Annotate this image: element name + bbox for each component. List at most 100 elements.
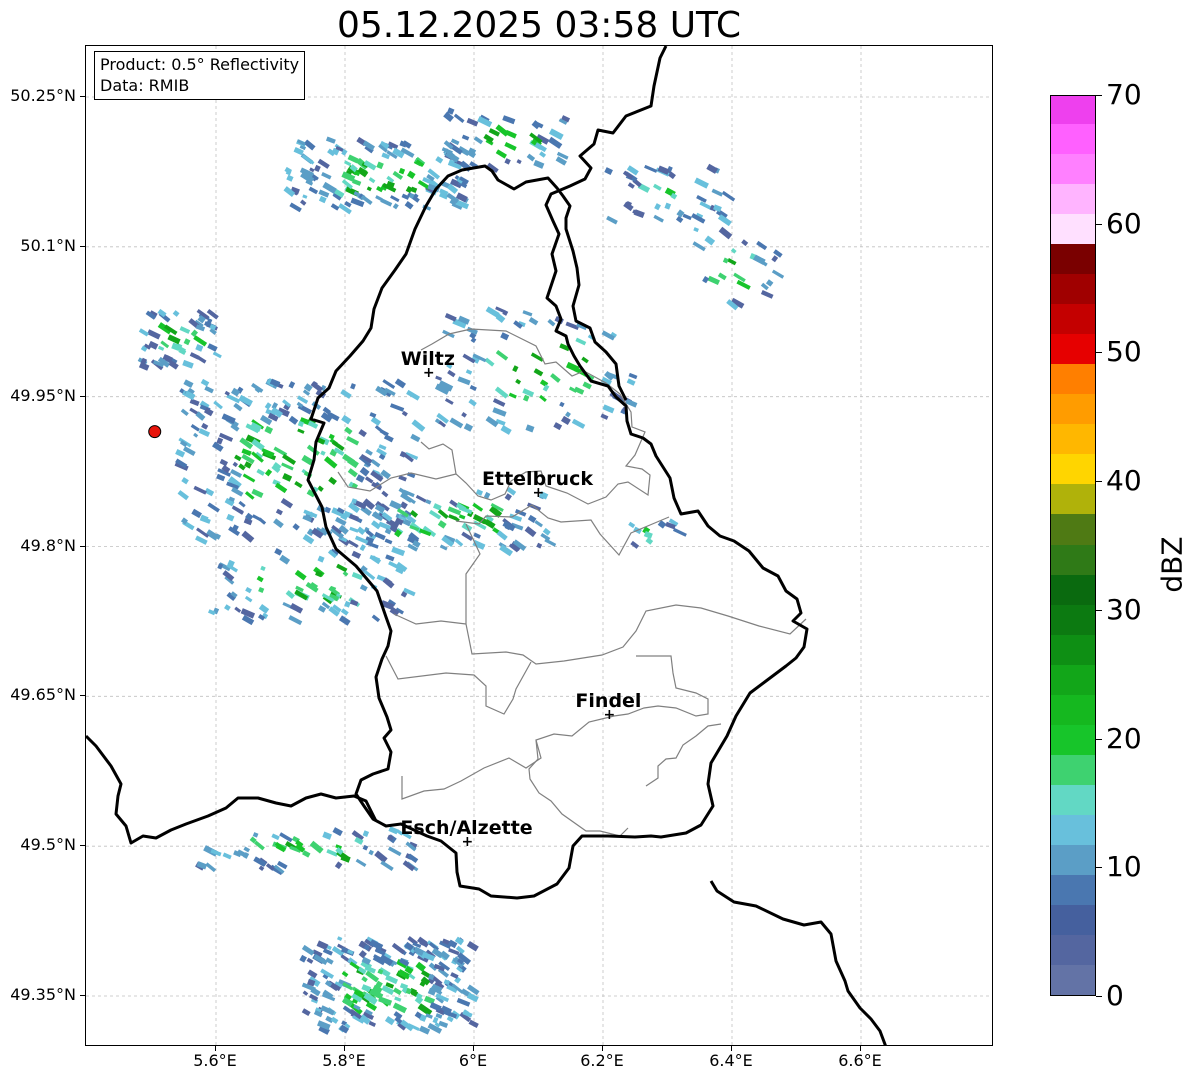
echo-pixel — [365, 449, 373, 456]
echo-pixel — [381, 490, 389, 498]
echo-pixel — [146, 329, 161, 340]
echo-pixel — [771, 255, 779, 263]
echo-pixel — [316, 940, 329, 951]
colorbar-segment — [1051, 574, 1095, 605]
echo-pixel — [466, 940, 479, 952]
radar-map[interactable] — [85, 45, 993, 1046]
echo-pixel — [500, 425, 512, 435]
echo-pixel — [693, 227, 699, 233]
echo-pixel — [359, 544, 366, 552]
echo-pixel — [216, 473, 226, 482]
echo-pixel — [466, 117, 479, 127]
echo-pixel — [675, 215, 684, 223]
echo-pixel — [197, 356, 207, 364]
echo-pixel — [138, 328, 149, 337]
map-canvas — [86, 46, 992, 1045]
echo-pixel — [347, 468, 358, 478]
echo-pixel — [388, 826, 399, 835]
echo-pixel — [207, 502, 220, 513]
echo-pixel — [771, 269, 785, 279]
echo-pixel — [602, 404, 615, 414]
lat-tick — [80, 695, 85, 697]
lat-tick — [80, 245, 85, 247]
colorbar-segment — [1051, 724, 1095, 755]
echo-pixel — [654, 203, 661, 211]
echo-pixel — [702, 276, 710, 284]
canton-border-south-3 — [401, 655, 709, 800]
echo-pixel — [322, 948, 333, 956]
echo-pixel — [504, 158, 511, 165]
echo-pixel — [190, 329, 199, 337]
echo-pixel — [380, 860, 394, 871]
echo-pixel — [741, 239, 749, 247]
echo-pixel — [573, 386, 585, 395]
echo-pixel — [336, 563, 348, 573]
product-label: Product: 0.5° Reflectivity — [100, 55, 300, 74]
echo-pixel — [368, 1020, 376, 1027]
echo-pixel — [288, 415, 299, 425]
colorbar-tick-label: 50 — [1106, 335, 1142, 369]
echo-pixel — [432, 1016, 439, 1024]
echo-pixel — [301, 154, 315, 165]
echo-pixel — [289, 202, 302, 213]
colorbar-tick-label: 10 — [1106, 850, 1142, 884]
echo-pixel — [340, 608, 349, 616]
echo-pixel — [707, 275, 720, 286]
echo-pixel — [364, 476, 374, 484]
echo-pixel — [411, 419, 426, 432]
dbz-colorbar — [1050, 95, 1096, 996]
echo-pixel — [392, 203, 399, 210]
echo-pixel — [582, 381, 592, 390]
echo-pixel — [407, 192, 420, 203]
echo-pixel — [273, 518, 284, 529]
echo-pixel — [201, 422, 209, 430]
echo-pixel — [234, 606, 242, 613]
echo-pixel — [341, 414, 352, 425]
echo-pixel — [340, 389, 352, 399]
lat-tick — [80, 395, 85, 397]
echo-pixel — [435, 156, 444, 164]
echo-pixel — [604, 167, 613, 176]
colorbar-segment — [1051, 694, 1095, 725]
colorbar-tick-label: 20 — [1106, 721, 1142, 755]
echo-pixel — [258, 604, 270, 614]
echo-pixel — [321, 172, 332, 180]
echo-pixel — [394, 378, 406, 389]
echo-pixel — [559, 401, 565, 408]
echo-pixel — [387, 846, 402, 857]
echo-pixel — [406, 389, 420, 401]
echo-pixel — [258, 586, 265, 593]
echo-pixel — [294, 481, 303, 489]
echo-pixel — [385, 554, 395, 562]
echo-pixel — [383, 434, 394, 443]
echo-pixel — [495, 149, 507, 159]
echo-pixel — [390, 195, 400, 203]
echo-pixel — [346, 436, 360, 446]
echo-pixel — [461, 134, 470, 141]
colorbar-segment — [1051, 333, 1095, 365]
echo-pixel — [721, 190, 736, 202]
city-marker-icon: + — [461, 834, 474, 851]
echo-pixel — [189, 398, 200, 407]
echo-pixel — [361, 976, 368, 983]
echo-pixel — [292, 523, 300, 531]
colorbar-segment — [1051, 754, 1095, 785]
echo-pixel — [355, 858, 367, 868]
echo-pixel — [198, 428, 211, 437]
echo-pixel — [253, 856, 267, 867]
echo-pixel — [539, 151, 547, 158]
echo-pixel — [461, 412, 467, 418]
echo-pixel — [473, 532, 481, 539]
echo-pixel — [183, 379, 194, 389]
colorbar-segment — [1051, 844, 1095, 875]
echo-pixel — [179, 326, 191, 334]
echo-pixel — [323, 456, 338, 469]
echo-pixel — [318, 195, 327, 204]
echo-pixel — [342, 570, 349, 577]
lon-tick — [602, 1046, 603, 1051]
echo-pixel — [282, 473, 293, 482]
echo-pixel — [320, 1005, 335, 1016]
echo-pixel — [302, 990, 309, 996]
colorbar-segment — [1051, 964, 1095, 995]
echo-pixel — [473, 136, 484, 145]
